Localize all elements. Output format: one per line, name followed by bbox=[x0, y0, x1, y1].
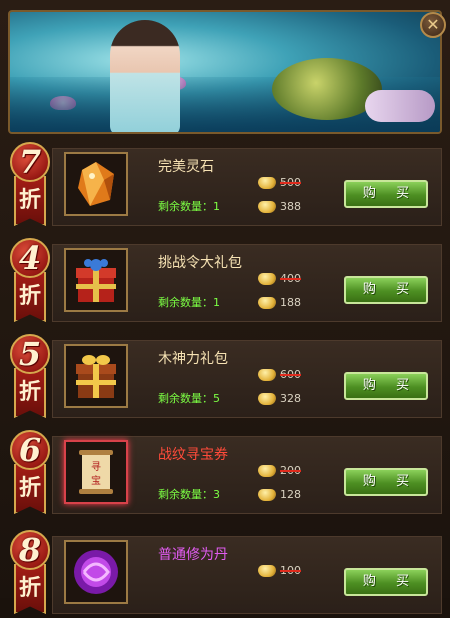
red-gift-box-icon bbox=[76, 259, 116, 302]
buy-button[interactable]: 购 买 bbox=[344, 372, 428, 400]
item-icon-frame[interactable]: 寻 宝 bbox=[64, 440, 128, 504]
original-price-value: 500 bbox=[280, 176, 301, 189]
sale-price-value: 128 bbox=[280, 488, 301, 501]
buy-button[interactable]: 购 买 bbox=[344, 568, 428, 596]
original-price: 600 bbox=[258, 368, 301, 381]
discount-tag: 折 7 bbox=[8, 142, 54, 228]
stock-label: 剩余数量： bbox=[158, 392, 213, 405]
stock-value: 3 bbox=[213, 488, 220, 501]
stock-remaining: 剩余数量：3 bbox=[158, 486, 220, 502]
item-name: 木神力礼包 bbox=[158, 351, 228, 367]
stock-label: 剩余数量： bbox=[158, 488, 213, 501]
item-icon-frame[interactable] bbox=[64, 540, 128, 604]
sale-price-value: 188 bbox=[280, 296, 301, 309]
original-price-value: 200 bbox=[280, 464, 301, 477]
gold-ingot-icon bbox=[258, 200, 276, 213]
gold-ingot-icon bbox=[258, 564, 276, 577]
close-icon: ✕ bbox=[426, 15, 440, 34]
original-price-value: 400 bbox=[280, 272, 301, 285]
discount-value: 6 bbox=[18, 431, 42, 469]
buy-button[interactable]: 购 买 bbox=[344, 468, 428, 496]
discount-value: 5 bbox=[18, 335, 42, 373]
discount-value: 4 bbox=[18, 239, 42, 277]
discount-suffix: 折 bbox=[18, 188, 41, 213]
gold-gift-box-icon bbox=[76, 355, 116, 398]
svg-text:寻: 寻 bbox=[91, 461, 101, 473]
stock-label: 剩余数量： bbox=[158, 200, 213, 213]
original-price: 400 bbox=[258, 272, 301, 285]
discount-tag: 折 6 bbox=[8, 430, 54, 516]
original-price-value: 100 bbox=[280, 564, 301, 577]
orange-gem-icon bbox=[78, 162, 114, 206]
stock-value: 1 bbox=[213, 200, 220, 213]
item-name: 普通修为丹 bbox=[158, 547, 228, 563]
gold-ingot-icon bbox=[258, 464, 276, 477]
gold-ingot-icon bbox=[258, 488, 276, 501]
discount-suffix: 折 bbox=[18, 380, 41, 405]
stock-value: 1 bbox=[213, 296, 220, 309]
original-price: 500 bbox=[258, 176, 301, 189]
original-price: 200 bbox=[258, 464, 301, 477]
purple-orb-icon bbox=[74, 550, 118, 594]
stock-remaining: 剩余数量：1 bbox=[158, 198, 220, 214]
stock-value: 5 bbox=[213, 392, 220, 405]
discount-tag: 折 8 bbox=[8, 530, 54, 616]
discount-tag: 折 4 bbox=[8, 238, 54, 324]
sale-price: 128 bbox=[258, 488, 301, 501]
treasure-scroll-icon: 寻 宝 bbox=[79, 450, 113, 494]
item-name: 战纹寻宝券 bbox=[158, 447, 228, 463]
discount-value: 7 bbox=[18, 143, 42, 181]
original-price: 100 bbox=[258, 564, 301, 577]
gold-ingot-icon bbox=[258, 368, 276, 381]
sale-price-value: 328 bbox=[280, 392, 301, 405]
discount-suffix: 折 bbox=[18, 576, 41, 601]
close-button[interactable]: ✕ bbox=[420, 12, 446, 38]
sale-price: 328 bbox=[258, 392, 301, 405]
shop-item-row: 折 6 寻 宝 战纹寻宝券 剩余数量：3 200 128 购 买 bbox=[8, 430, 442, 518]
reclining-girl-illustration bbox=[365, 90, 435, 122]
stock-label: 剩余数量： bbox=[158, 296, 213, 309]
shop-item-row: 折 5 木神力礼包 剩余数量：5 600 328 购 买 bbox=[8, 334, 442, 422]
gold-ingot-icon bbox=[258, 392, 276, 405]
shop-item-row: 折 7 完美灵石 剩余数量：1 500 388 购 买 bbox=[8, 142, 442, 230]
shop-item-row: 折 8 普通修为丹 100 购 买 bbox=[8, 530, 442, 618]
item-icon-frame[interactable] bbox=[64, 152, 128, 216]
sale-price: 388 bbox=[258, 200, 301, 213]
discount-value: 8 bbox=[18, 531, 42, 569]
svg-text:宝: 宝 bbox=[91, 474, 101, 487]
buy-button[interactable]: 购 买 bbox=[344, 276, 428, 304]
sale-price-value: 388 bbox=[280, 200, 301, 213]
shop-banner bbox=[8, 10, 442, 134]
discount-tag: 折 5 bbox=[8, 334, 54, 420]
shop-window: ✕ 折 7 完美灵石 剩余数量：1 500 388 购 买 折 4 挑战令大礼包… bbox=[0, 0, 450, 614]
sale-price: 188 bbox=[258, 296, 301, 309]
stock-remaining: 剩余数量：1 bbox=[158, 294, 220, 310]
discount-suffix: 折 bbox=[18, 284, 41, 309]
item-icon-frame[interactable] bbox=[64, 344, 128, 408]
fairy-illustration bbox=[110, 20, 180, 132]
original-price-value: 600 bbox=[280, 368, 301, 381]
buy-button[interactable]: 购 买 bbox=[344, 180, 428, 208]
stock-remaining: 剩余数量：5 bbox=[158, 390, 220, 406]
gold-ingot-icon bbox=[258, 272, 276, 285]
gold-ingot-icon bbox=[258, 176, 276, 189]
item-icon-frame[interactable] bbox=[64, 248, 128, 312]
item-name: 完美灵石 bbox=[158, 159, 214, 175]
item-name: 挑战令大礼包 bbox=[158, 255, 242, 271]
gold-ingot-icon bbox=[258, 296, 276, 309]
shop-item-row: 折 4 挑战令大礼包 剩余数量：1 400 188 购 买 bbox=[8, 238, 442, 326]
discount-suffix: 折 bbox=[18, 476, 41, 501]
